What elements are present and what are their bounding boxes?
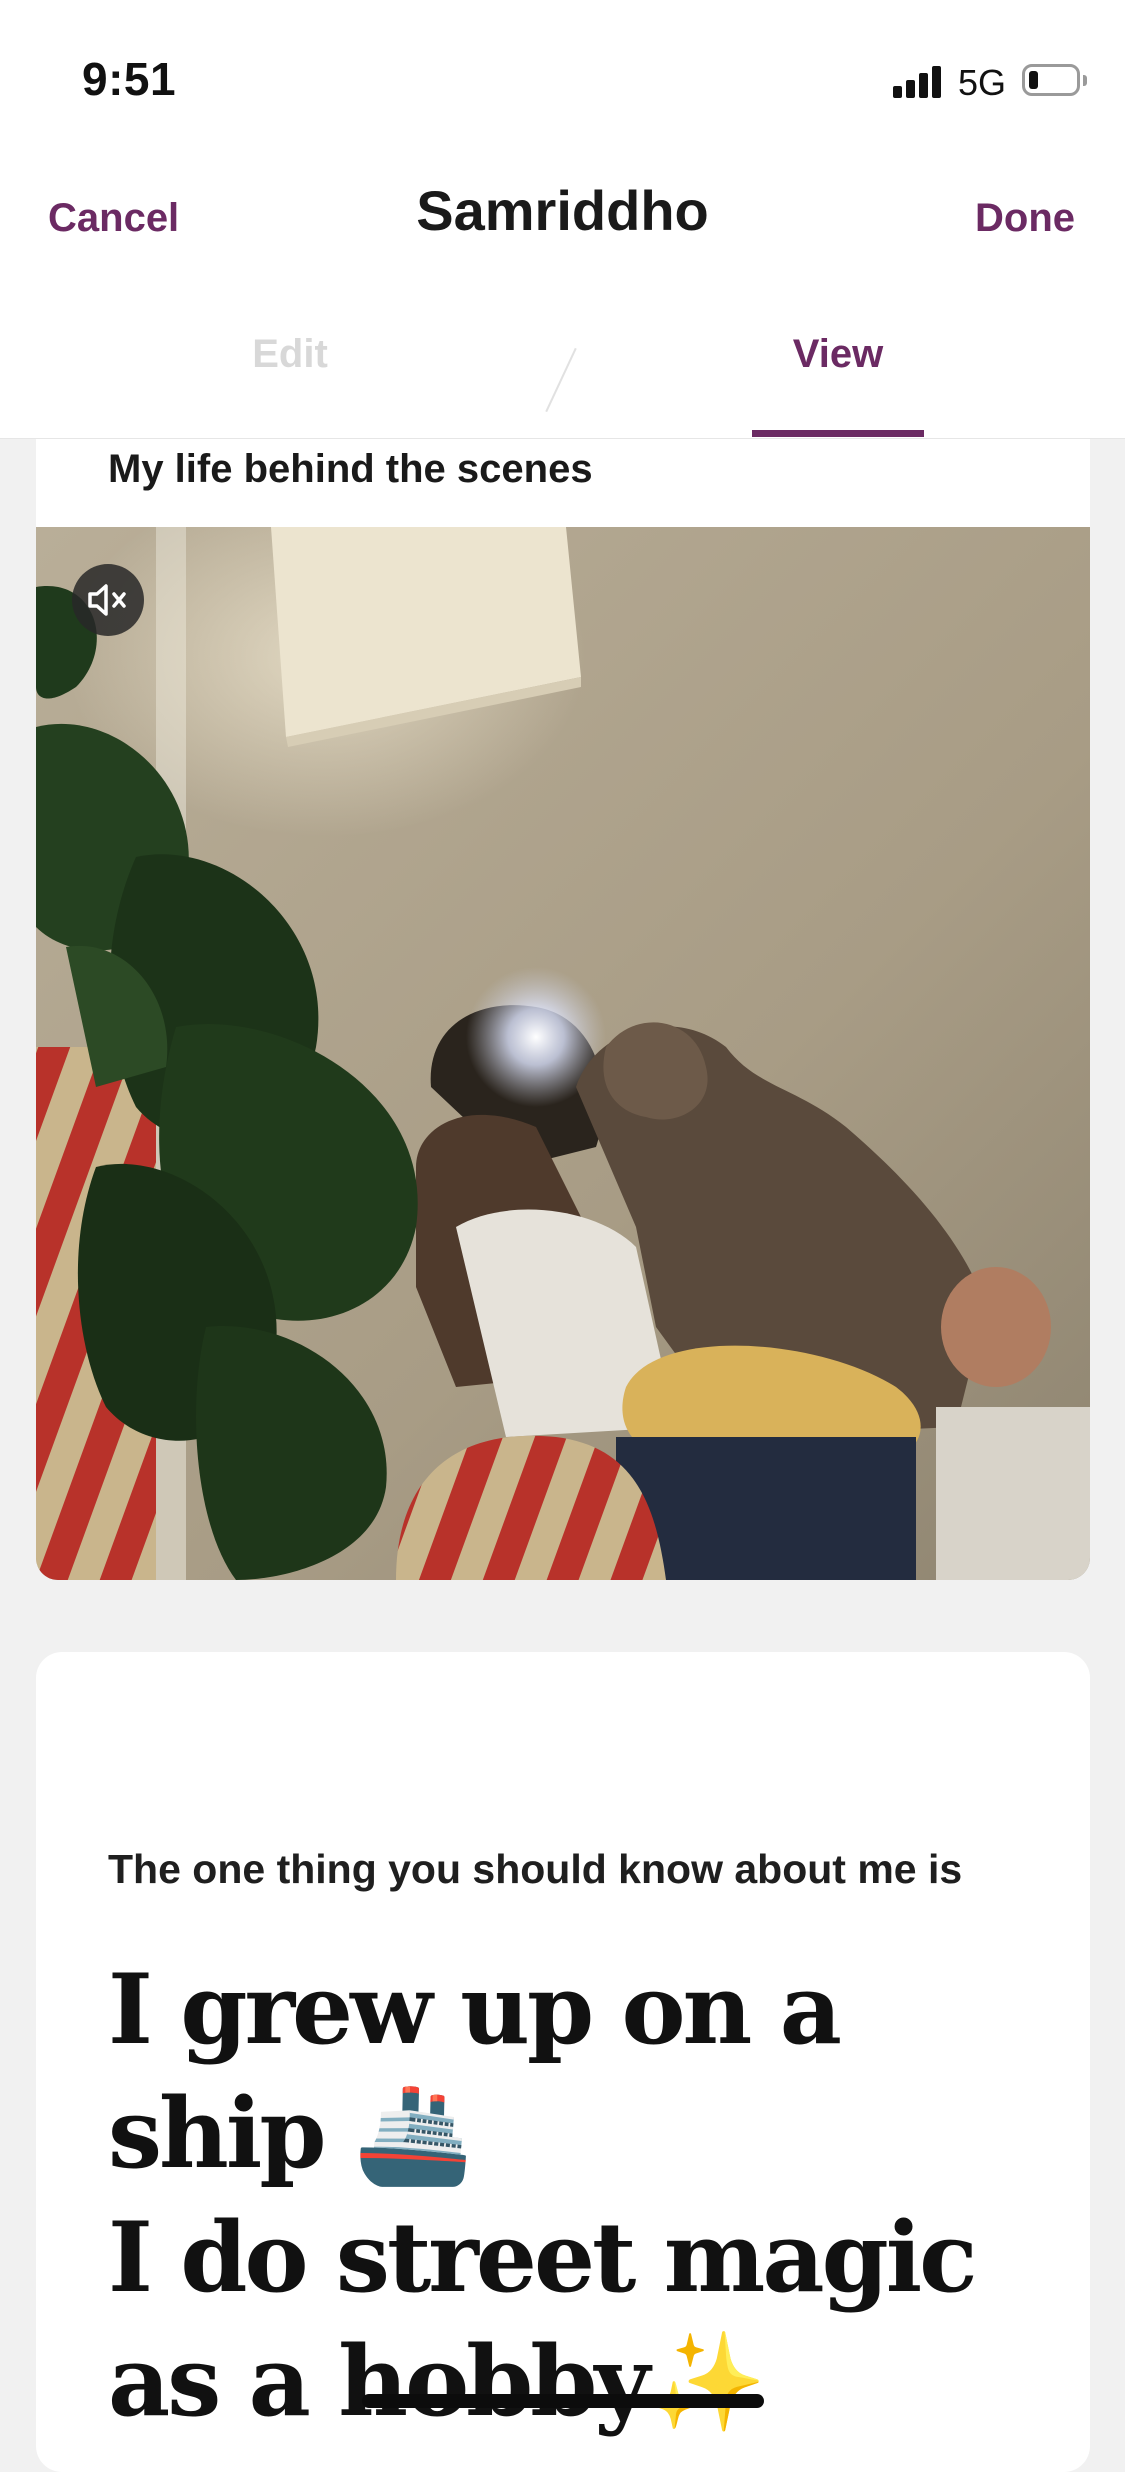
prompt-answer: I grew up on a ship 🚢 I do street magic …: [108, 1953, 978, 2438]
home-indicator[interactable]: [362, 2394, 764, 2408]
cellular-signal-icon: [893, 66, 945, 98]
prompt-question: The one thing you should know about me i…: [108, 1846, 963, 1892]
active-tab-indicator: [752, 430, 924, 437]
speaker-muted-icon: [88, 584, 126, 616]
video-card: My life behind the scenes: [36, 439, 1090, 1580]
page-title: Samriddho: [416, 179, 709, 242]
video-card-title: My life behind the scenes: [108, 447, 593, 491]
battery-cap: [1083, 75, 1087, 86]
status-bar: 9:51 5G: [0, 0, 1125, 150]
tab-edit[interactable]: Edit: [140, 332, 440, 377]
video-frame: [36, 527, 1090, 1580]
done-button[interactable]: Done: [975, 196, 1075, 241]
status-time: 9:51: [82, 53, 177, 105]
prompt-card: The one thing you should know about me i…: [36, 1652, 1090, 2472]
video-player[interactable]: [36, 527, 1090, 1580]
battery-icon: [1022, 64, 1080, 96]
network-type: 5G: [958, 62, 1007, 103]
mute-toggle-button[interactable]: [72, 564, 144, 636]
tab-divider: [545, 347, 577, 413]
tab-view[interactable]: View: [752, 332, 924, 377]
profile-editor-header: 9:51 5G Cancel Samriddho Done Edit View: [0, 0, 1125, 439]
